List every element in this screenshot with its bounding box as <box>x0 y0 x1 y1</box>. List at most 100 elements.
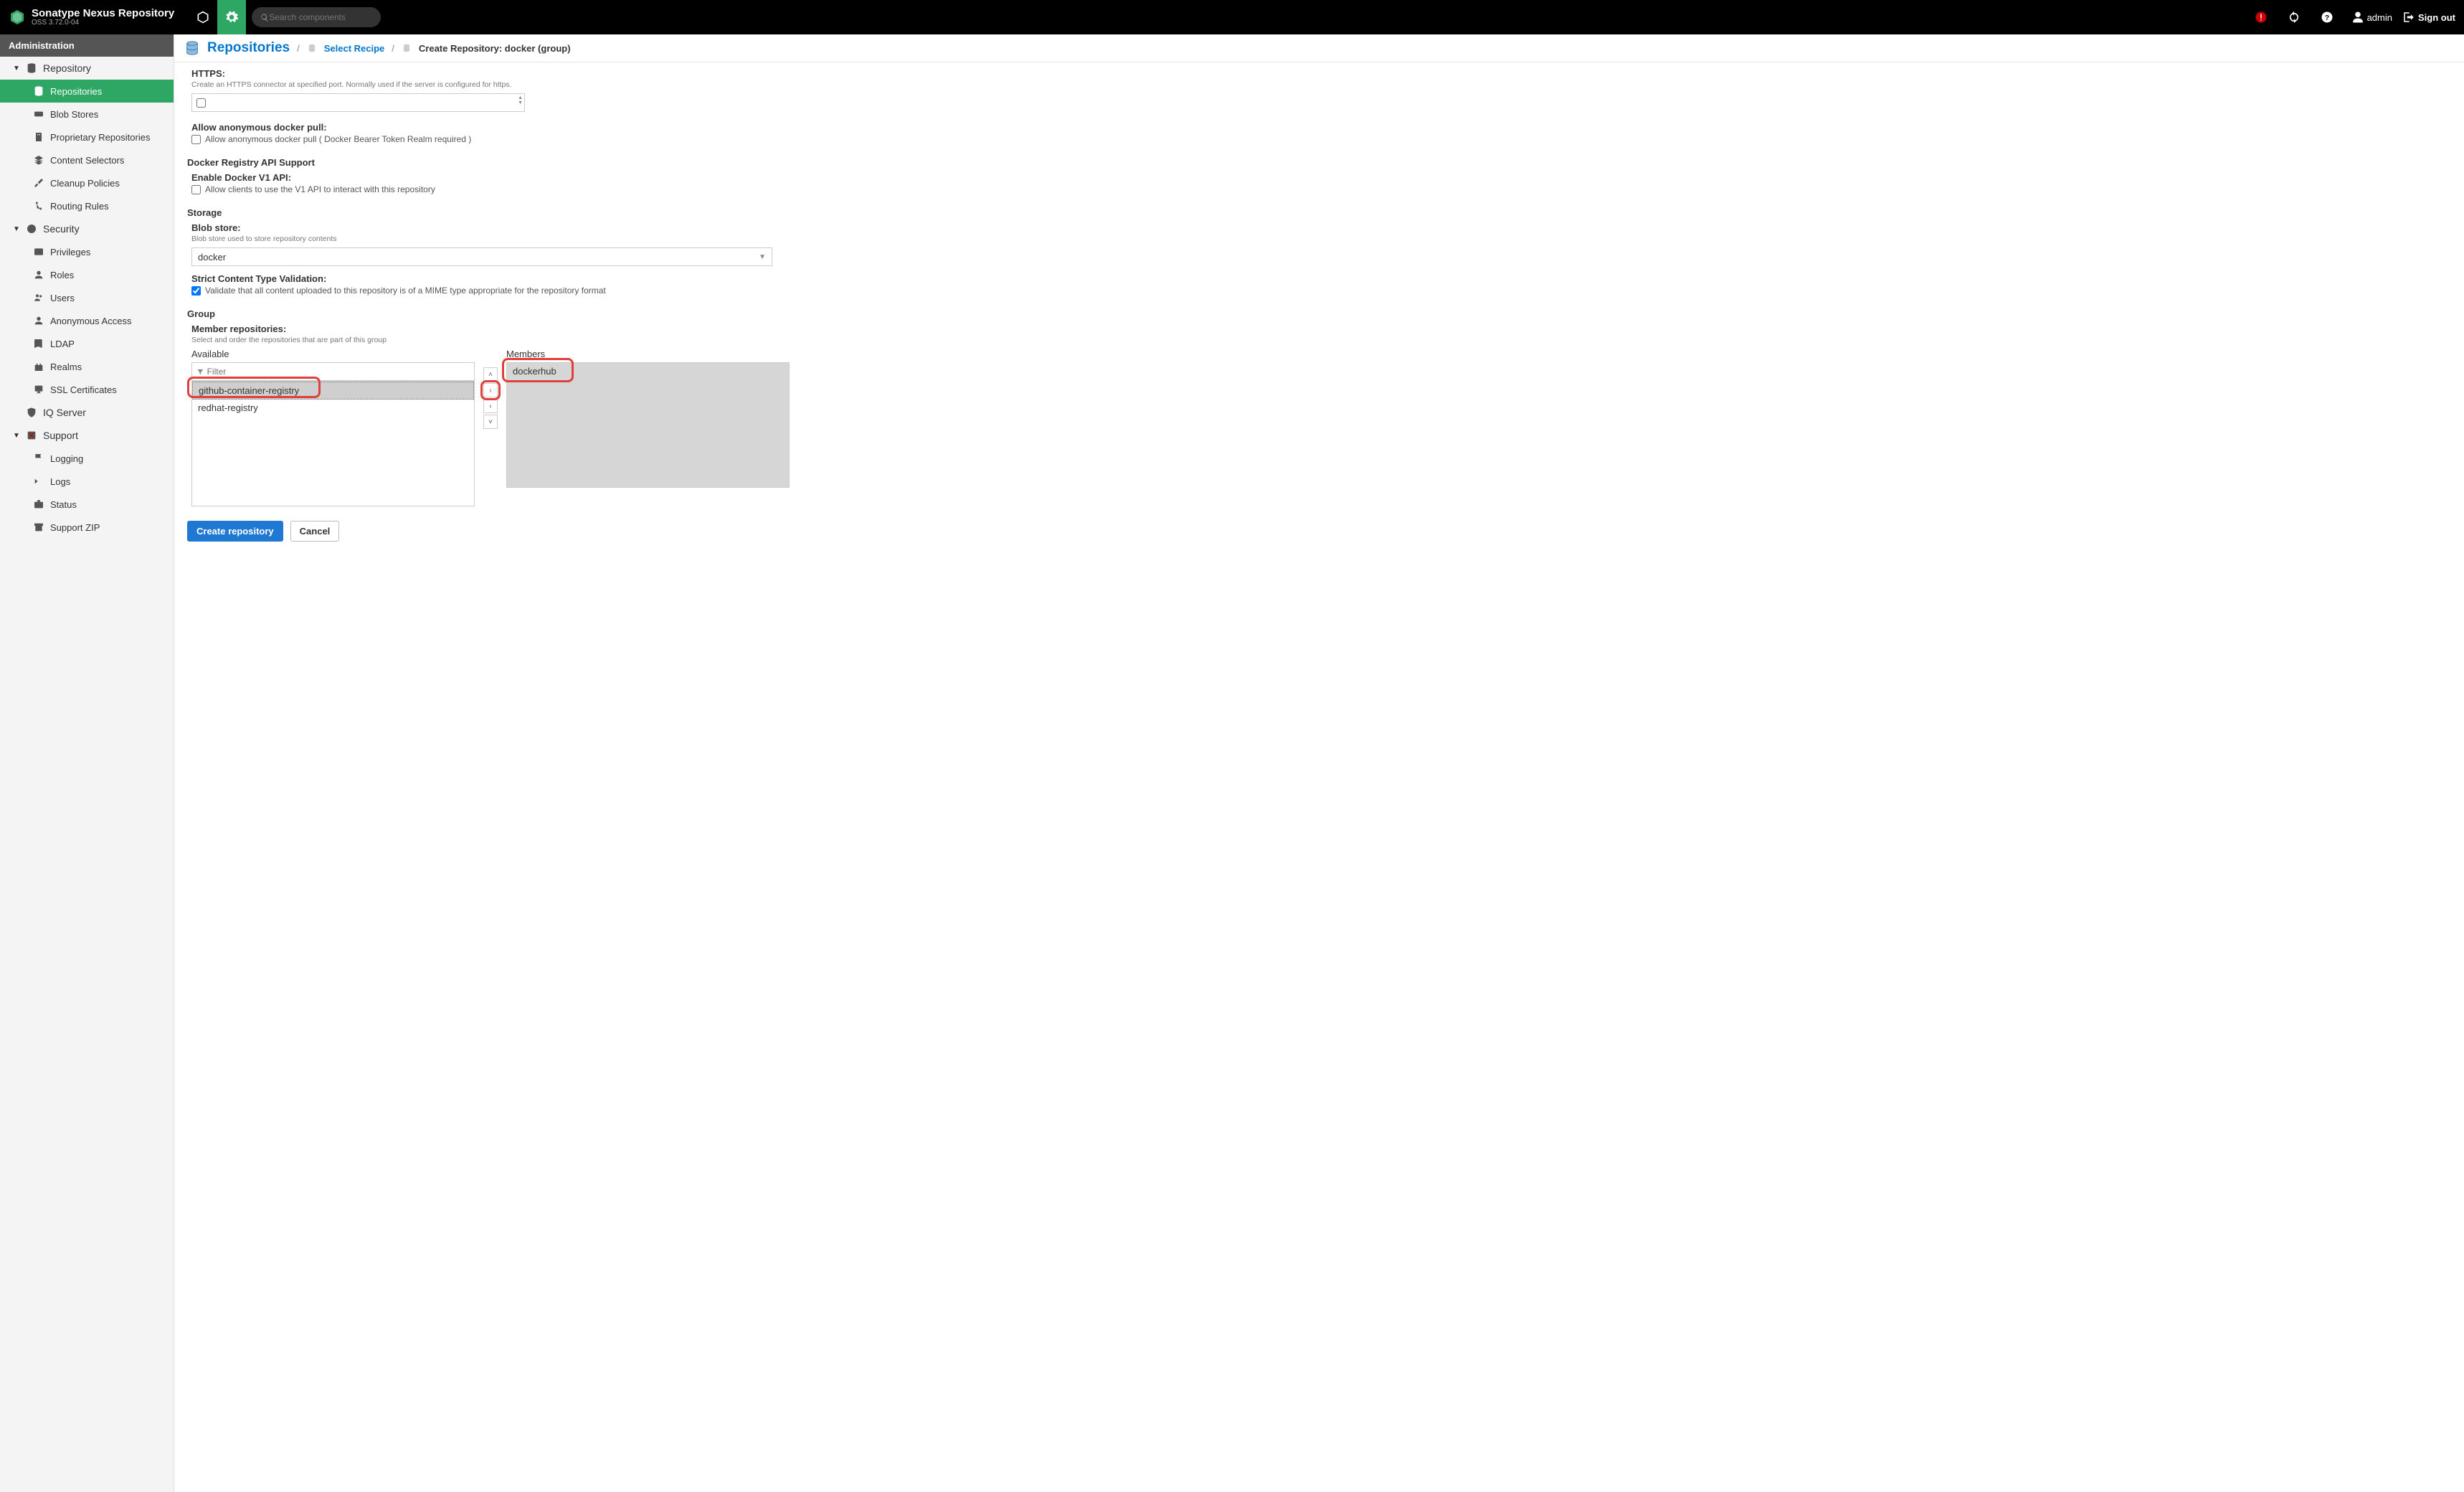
anon-label: Allow anonymous docker pull: <box>191 122 2451 133</box>
sidebar-group-repository[interactable]: ▼Repository <box>0 57 174 80</box>
brand-title: Sonatype Nexus Repository <box>32 8 174 20</box>
database-small-icon <box>307 43 317 53</box>
archive-icon <box>33 521 44 533</box>
sidebar-group-iq-server[interactable]: IQ Server <box>0 401 174 424</box>
signout-label: Sign out <box>2418 12 2455 23</box>
cancel-button[interactable]: Cancel <box>290 521 340 542</box>
search-input[interactable] <box>269 12 372 22</box>
members-listbox[interactable]: dockerhub <box>506 362 790 488</box>
sidebar-group-security[interactable]: ▼ Security <box>0 217 174 240</box>
database-small-icon <box>402 43 412 53</box>
v1-checkbox[interactable] <box>191 185 201 194</box>
sidebar-item-label: Users <box>50 293 75 303</box>
move-up-button[interactable]: ˄ <box>483 367 498 382</box>
available-listbox[interactable]: github-container-registryredhat-registry <box>191 381 475 506</box>
admin-button[interactable] <box>217 0 246 34</box>
user-menu[interactable]: admin <box>2351 11 2392 24</box>
sidebar-item-blob-stores[interactable]: Blob Stores <box>0 103 174 126</box>
sidebar-item-label: Routing Rules <box>50 201 109 212</box>
sidebar-item-proprietary-repositories[interactable]: Proprietary Repositories <box>0 126 174 148</box>
broom-icon <box>33 177 44 189</box>
sidebar-item-status[interactable]: Status <box>0 493 174 516</box>
move-down-button[interactable]: ˅ <box>483 415 498 429</box>
sidebar-item-ldap[interactable]: LDAP <box>0 332 174 355</box>
sidebar-item-label: Cleanup Policies <box>50 178 120 189</box>
database-icon <box>26 62 37 74</box>
refresh-button[interactable] <box>2280 0 2308 34</box>
strict-chk-label: Validate that all content uploaded to th… <box>205 285 606 296</box>
sidebar-item-label: Content Selectors <box>50 155 124 166</box>
sidebar-item-logs[interactable]: Logs <box>0 470 174 493</box>
sidebar-item-label: Realms <box>50 362 82 372</box>
move-right-button[interactable]: › <box>483 383 498 397</box>
sidebar-item-ssl-certificates[interactable]: SSL Certificates <box>0 378 174 401</box>
sidebar-item-content-selectors[interactable]: Content Selectors <box>0 148 174 171</box>
breadcrumb-link[interactable]: Select Recipe <box>324 43 385 54</box>
filter-icon <box>196 368 204 376</box>
brand: Sonatype Nexus Repository OSS 3.72.0-04 <box>9 8 174 27</box>
svg-text:?: ? <box>2324 14 2328 22</box>
shield-icon <box>26 407 37 418</box>
blob-store-value: docker <box>198 252 226 263</box>
breadcrumb-current: Create Repository: docker (group) <box>419 43 571 54</box>
sidebar-item-anonymous-access[interactable]: Anonymous Access <box>0 309 174 332</box>
route-icon <box>33 200 44 212</box>
storage-section-label: Storage <box>187 207 2451 218</box>
users-icon <box>33 292 44 303</box>
sidebar-item-label: Support ZIP <box>50 522 100 533</box>
sidebar-item-label: Logging <box>50 453 83 464</box>
filter-box[interactable] <box>191 362 475 381</box>
sidebar-group-label: IQ Server <box>43 407 86 418</box>
browse-button[interactable] <box>189 0 217 34</box>
sidebar-item-realms[interactable]: Realms <box>0 355 174 378</box>
blob-store-select[interactable]: docker ▼ <box>191 247 772 266</box>
spinner-icon[interactable]: ▲▼ <box>518 95 523 105</box>
members-col-label: Members <box>506 349 790 359</box>
available-item[interactable]: redhat-registry <box>192 400 474 416</box>
strict-checkbox[interactable] <box>191 286 201 296</box>
sidebar-item-support-zip[interactable]: Support ZIP <box>0 516 174 539</box>
briefcase-icon <box>33 499 44 510</box>
terminal-icon <box>33 476 44 487</box>
user-label: admin <box>2367 12 2392 23</box>
sidebar-item-logging[interactable]: Logging <box>0 447 174 470</box>
sidebar-item-users[interactable]: Users <box>0 286 174 309</box>
alert-button[interactable] <box>2247 0 2275 34</box>
sidebar-item-cleanup-policies[interactable]: Cleanup Policies <box>0 171 174 194</box>
chevron-down-icon: ▼ <box>13 65 20 72</box>
database-icon <box>33 85 44 97</box>
sidebar-item-label: Roles <box>50 270 74 280</box>
signout-button[interactable]: Sign out <box>2402 11 2455 24</box>
gear-icon <box>224 10 239 24</box>
castle-icon <box>33 361 44 372</box>
sidebar-item-label: Repositories <box>50 86 102 97</box>
sidebar-group-support[interactable]: ▼Support <box>0 424 174 447</box>
building-icon <box>33 131 44 143</box>
top-header: Sonatype Nexus Repository OSS 3.72.0-04 … <box>0 0 2464 34</box>
anon-chk-label: Allow anonymous docker pull ( Docker Bea… <box>205 134 471 144</box>
search-box[interactable] <box>252 7 381 27</box>
breadcrumb-main[interactable]: Repositories <box>207 40 290 56</box>
move-left-button[interactable]: ‹ <box>483 399 498 413</box>
https-port-input[interactable]: ▲▼ <box>191 93 525 112</box>
sidebar-item-roles[interactable]: Roles <box>0 263 174 286</box>
sidebar-item-repositories[interactable]: Repositories <box>0 80 174 103</box>
chevron-down-icon: ▼ <box>13 225 20 233</box>
sidebar-item-privileges[interactable]: Privileges <box>0 240 174 263</box>
sidebar-group-label: Security <box>43 223 80 235</box>
group-section-label: Group <box>187 308 2451 319</box>
sidebar-item-routing-rules[interactable]: Routing Rules <box>0 194 174 217</box>
https-checkbox[interactable] <box>196 98 206 108</box>
create-repository-button[interactable]: Create repository <box>187 521 283 542</box>
blob-label: Blob store: <box>191 222 2451 233</box>
filter-input[interactable] <box>207 367 470 377</box>
brand-version: OSS 3.72.0-04 <box>32 19 174 27</box>
available-item[interactable]: github-container-registry <box>192 382 474 400</box>
anon-checkbox[interactable] <box>191 135 201 144</box>
sidebar-item-label: Anonymous Access <box>50 316 131 326</box>
https-label: HTTPS: <box>191 68 2451 79</box>
help-button[interactable]: ? <box>2313 0 2341 34</box>
sidebar-item-label: Blob Stores <box>50 109 98 120</box>
member-item[interactable]: dockerhub <box>507 363 789 379</box>
cube-icon <box>196 10 210 24</box>
